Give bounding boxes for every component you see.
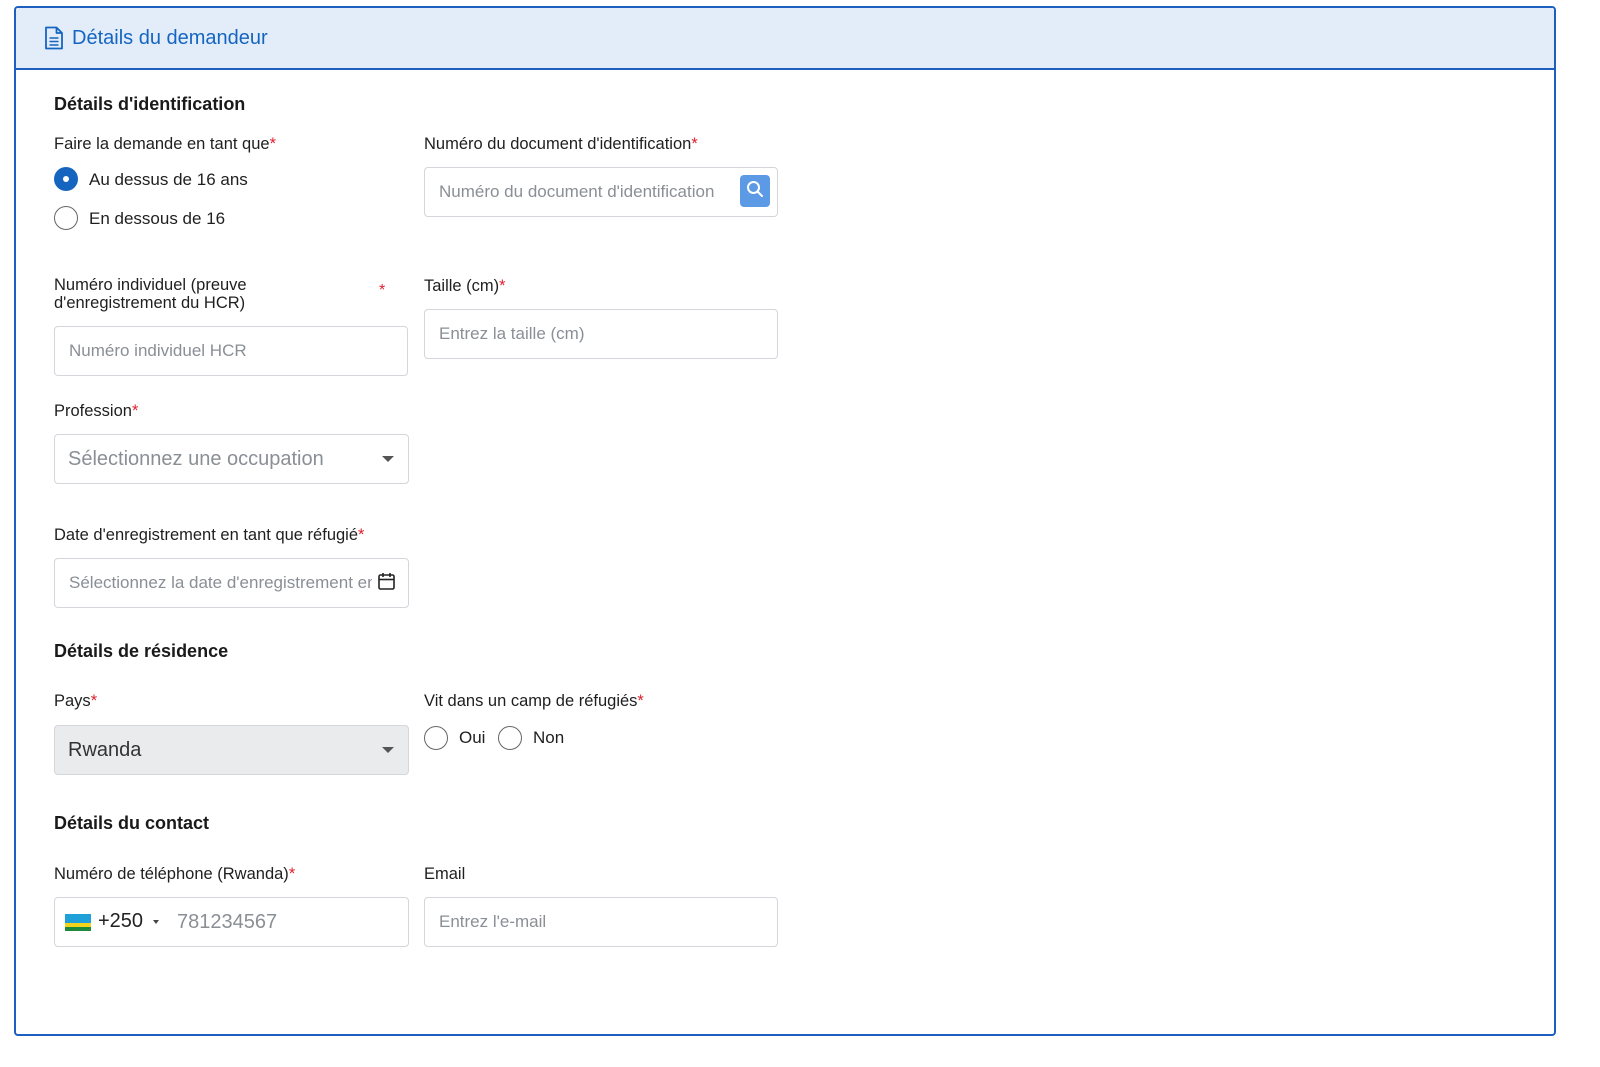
country-select-value: Rwanda [68, 738, 142, 761]
email-label: Email [424, 865, 466, 883]
radio-camp-no-label[interactable]: Non [533, 728, 564, 748]
radio-camp-yes[interactable] [424, 726, 448, 750]
hcr-number-input[interactable] [54, 326, 408, 376]
contact-section-title: Détails du contact [54, 813, 210, 833]
radio-camp-no[interactable] [498, 726, 522, 750]
required-marker: * [131, 402, 139, 420]
search-icon [746, 180, 764, 203]
height-label-text: Taille (cm) [424, 277, 500, 295]
refugee-camp-label-text: Vit dans un camp de réfugiés [424, 692, 638, 710]
apply-as-label-text: Faire la demande en tant que [54, 135, 270, 153]
registration-date-label: Date d'enregistrement en tant que réfugi… [54, 526, 364, 544]
required-marker: * [288, 865, 296, 883]
profession-select-placeholder: Sélectionnez une occupation [68, 447, 324, 470]
refugee-camp-label: Vit dans un camp de réfugiés* [424, 692, 644, 710]
required-marker: * [379, 282, 386, 299]
registration-date-input[interactable] [54, 558, 409, 608]
panel-header: Détails du demandeur [16, 8, 1554, 70]
radio-above-16-label[interactable]: Au dessus de 16 ans [89, 170, 248, 190]
height-input[interactable] [424, 309, 778, 359]
id-document-label-text: Numéro du document d'identification [424, 135, 692, 153]
search-button[interactable] [740, 175, 770, 207]
required-marker: * [90, 692, 98, 710]
identification-section-title: Détails d'identification [54, 94, 246, 114]
panel-title: Détails du demandeur [72, 26, 268, 49]
profession-select[interactable]: Sélectionnez une occupation [54, 434, 409, 484]
profession-label-text: Profession [54, 402, 132, 420]
hcr-number-label-line1: Numéro individuel (preuve [54, 276, 247, 294]
radio-below-16-label[interactable]: En dessous de 16 [89, 209, 225, 229]
height-label: Taille (cm)* [424, 277, 506, 295]
phone-label: Numéro de téléphone (Rwanda)* [54, 865, 295, 883]
hcr-number-label: Numéro individuel (preuve d'enregistreme… [54, 276, 247, 312]
hcr-number-label-line2: d'enregistrement du HCR) [54, 294, 246, 312]
required-marker: * [269, 135, 276, 153]
dial-code-caret-icon[interactable] [153, 920, 159, 924]
country-select[interactable]: Rwanda [54, 725, 409, 775]
phone-label-text: Numéro de téléphone (Rwanda) [54, 865, 289, 883]
rwanda-flag-icon[interactable] [65, 914, 91, 931]
required-marker: * [637, 692, 644, 710]
residence-section-title: Détails de résidence [54, 641, 229, 661]
required-marker: * [499, 277, 506, 295]
id-document-label: Numéro du document d'identification* [424, 135, 698, 153]
phone-input[interactable] [168, 900, 404, 944]
radio-above-16[interactable] [54, 167, 78, 191]
dial-code[interactable]: +250 [98, 910, 143, 933]
radio-camp-yes-label[interactable]: Oui [459, 728, 485, 748]
profession-label: Profession* [54, 402, 138, 420]
id-document-input[interactable] [424, 167, 778, 217]
apply-as-label: Faire la demande en tant que* [54, 135, 276, 153]
email-input[interactable] [424, 897, 778, 947]
country-label-text: Pays [54, 692, 91, 710]
document-icon [44, 26, 64, 50]
caret-down-icon [382, 456, 394, 462]
required-marker: * [691, 135, 698, 153]
required-marker: * [358, 526, 365, 544]
calendar-icon[interactable] [378, 572, 395, 595]
caret-down-icon [382, 747, 394, 753]
radio-below-16[interactable] [54, 206, 78, 230]
registration-date-label-text: Date d'enregistrement en tant que réfugi… [54, 526, 359, 544]
country-label: Pays* [54, 692, 97, 710]
